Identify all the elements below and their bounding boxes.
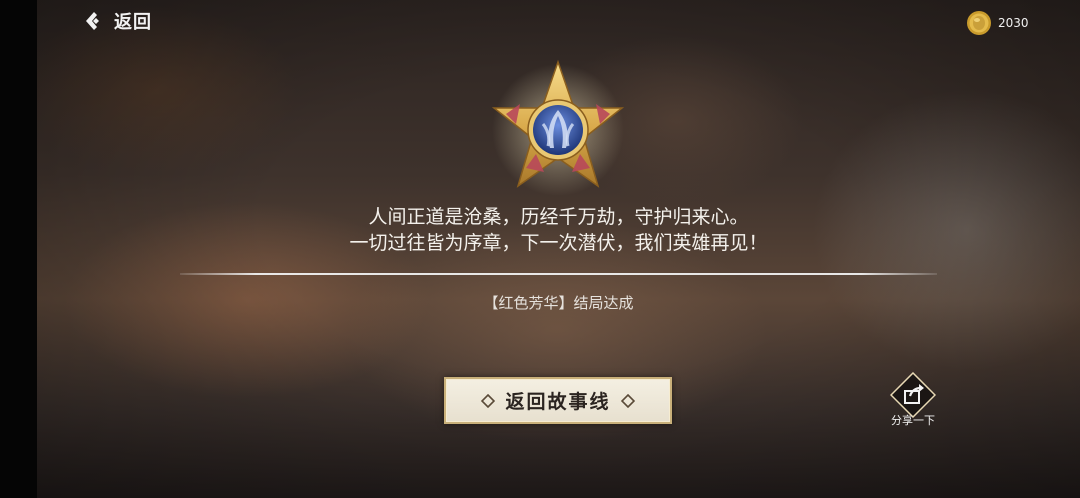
coin-count: 2030 [998, 16, 1029, 30]
gold-coin-icon [967, 11, 991, 35]
back-button[interactable]: 返回 [84, 8, 152, 34]
share-label: 分享一下 [891, 414, 935, 427]
ending-achieved-text: 【红色芳华】结局达成 [483, 294, 634, 312]
diamond-left-icon [481, 393, 496, 408]
divider [180, 273, 937, 275]
back-label: 返回 [114, 12, 152, 33]
ending-message: 人间正道是沧桑，历经千万劫，守护归来心。 一切过往皆为序章，下一次潜伏，我们英雄… [180, 204, 937, 256]
chevron-left-diamond-icon [86, 12, 99, 30]
return-to-storyline-button[interactable]: 返回故事线 [444, 377, 672, 424]
coin-balance: 2030 [966, 10, 1029, 36]
return-to-storyline-label: 返回故事线 [505, 391, 611, 413]
share-button[interactable]: 分享一下 [884, 372, 942, 430]
gold-star-medal-icon [488, 58, 628, 198]
diamond-right-icon [620, 393, 635, 408]
ending-line-1: 人间正道是沧桑，历经千万劫，守护归来心。 [368, 206, 749, 228]
left-edge-bar [0, 0, 37, 498]
ending-line-2: 一切过往皆为序章，下一次潜伏，我们英雄再见！ [349, 232, 768, 254]
